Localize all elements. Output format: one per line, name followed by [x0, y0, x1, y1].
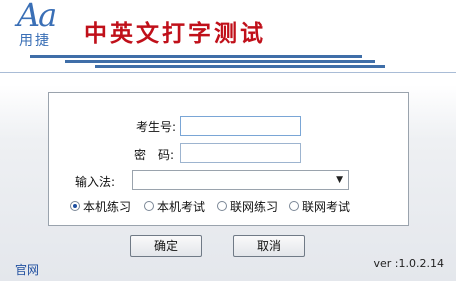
login-panel: 考生号: 密 码: 输入法: ▼ 本机练习 本机考试 联网练习 联网考试 — [48, 92, 409, 226]
logo-text: Aa — [17, 0, 57, 34]
ime-label: 输入法: — [75, 175, 116, 189]
ime-dropdown[interactable]: ▼ — [132, 170, 349, 190]
radio-label: 联网考试 — [302, 199, 351, 214]
header-banner: Aa 用捷 中英文打字测试 — [0, 0, 456, 80]
exam-id-label: 考生号: — [136, 120, 177, 134]
exam-id-input[interactable] — [180, 116, 301, 136]
app-logo: Aa 用捷 — [15, 0, 75, 52]
radio-empty-icon — [217, 201, 227, 211]
app-title: 中英文打字测试 — [84, 20, 266, 47]
radio-empty-icon — [289, 201, 299, 211]
password-input[interactable] — [180, 143, 301, 163]
header-stripe — [95, 65, 385, 68]
cancel-button[interactable]: 取消 — [233, 235, 305, 257]
radio-online-exam[interactable]: 联网考试 — [289, 198, 350, 214]
header-stripe — [65, 60, 375, 63]
ok-button[interactable]: 确定 — [130, 235, 202, 257]
radio-selected-icon — [70, 201, 80, 211]
chevron-down-icon: ▼ — [336, 175, 343, 185]
radio-label: 本机练习 — [83, 199, 132, 214]
radio-empty-icon — [144, 201, 154, 211]
header-stripe — [0, 72, 456, 73]
logo-subtext: 用捷 — [19, 33, 51, 49]
radio-label: 本机考试 — [157, 199, 206, 214]
password-label: 密 码: — [134, 148, 175, 162]
header-stripe — [30, 55, 362, 58]
radio-local-exam[interactable]: 本机考试 — [144, 198, 205, 214]
version-label: ver :1.0.2.14 — [373, 257, 445, 270]
radio-label: 联网练习 — [230, 199, 279, 214]
radio-local-practice[interactable]: 本机练习 — [70, 198, 131, 214]
radio-online-practice[interactable]: 联网练习 — [217, 198, 278, 214]
official-site-link[interactable]: 官网 — [15, 261, 39, 278]
